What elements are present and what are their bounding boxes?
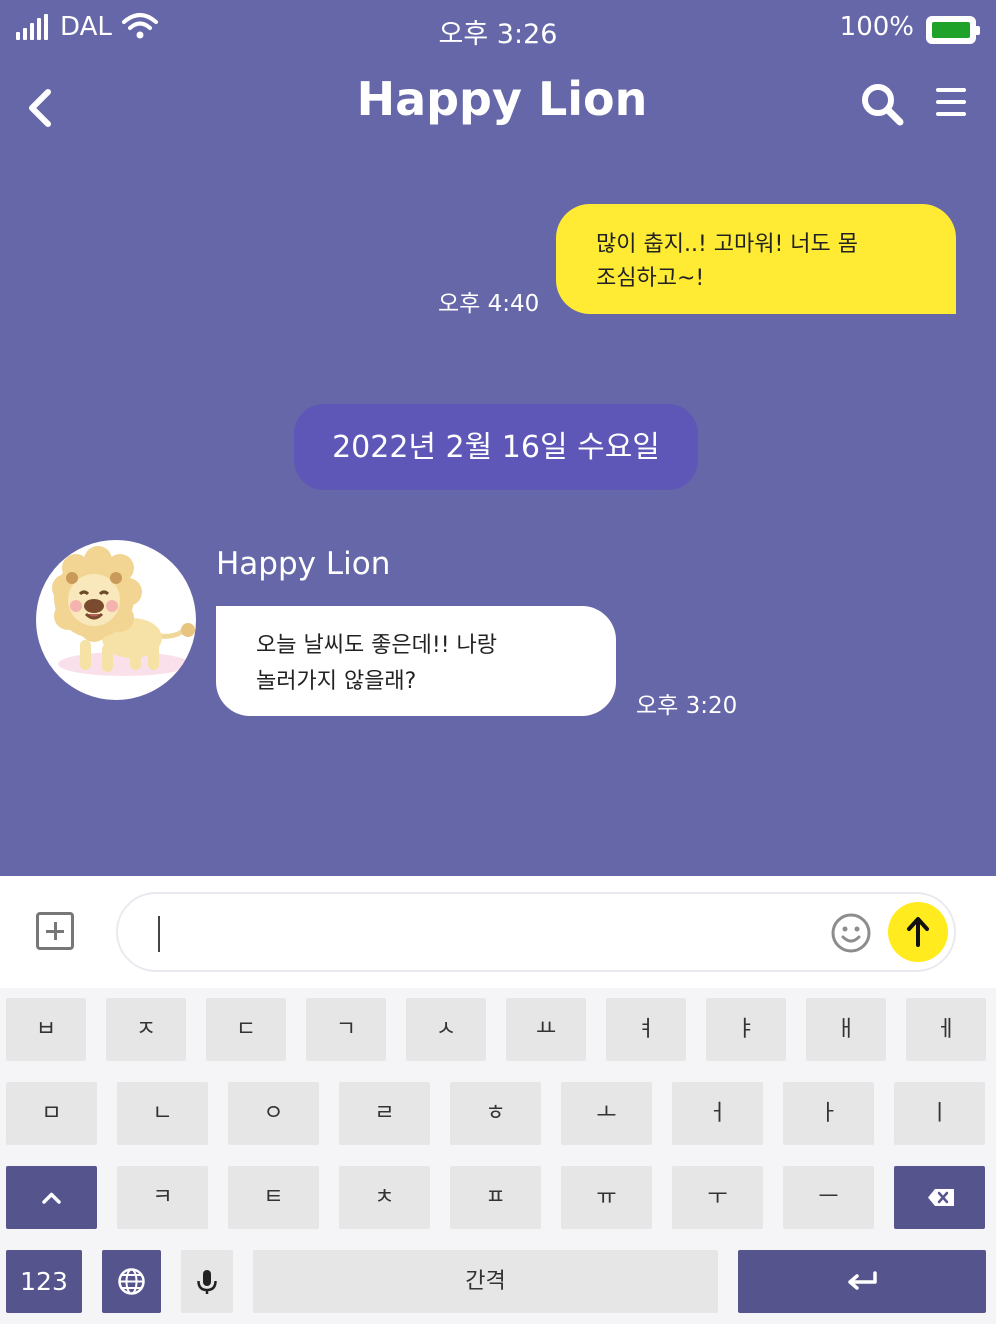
globe-key[interactable] (102, 1250, 161, 1313)
key[interactable]: ㅅ (406, 998, 486, 1061)
backspace-icon (928, 1189, 954, 1206)
plus-square-icon[interactable] (36, 912, 74, 950)
space-key[interactable]: 간격 (253, 1250, 718, 1313)
key[interactable]: ㅜ (672, 1166, 763, 1229)
key[interactable]: ㅑ (706, 998, 786, 1061)
message-line: 많이 춥지..! 고마워! 너도 몸 (596, 232, 858, 257)
key[interactable]: ㅌ (228, 1166, 319, 1229)
text-caret (158, 916, 160, 952)
backspace-key[interactable] (894, 1166, 985, 1229)
return-arrow-icon (848, 1271, 877, 1290)
numbers-key[interactable]: 123 (6, 1250, 82, 1313)
enter-key[interactable] (738, 1250, 986, 1313)
key[interactable]: ㅡ (783, 1166, 874, 1229)
smiley-icon[interactable] (830, 912, 872, 954)
key[interactable]: ㅓ (672, 1082, 763, 1145)
key[interactable]: ㄷ (206, 998, 286, 1061)
shift-key[interactable] (6, 1166, 97, 1229)
message-line: 놀러가지 않을래? (256, 669, 417, 694)
hamburger-menu-icon[interactable] (934, 84, 970, 120)
microphone-key[interactable] (181, 1250, 233, 1313)
key[interactable]: ㅣ (894, 1082, 985, 1145)
keyboard: ㅂ ㅈ ㄷ ㄱ ㅅ ㅛ ㅕ ㅑ ㅐ ㅔ ㅁ ㄴ ㅇ ㄹ ㅎ ㅗ ㅓ ㅏ ㅣ ㅋ … (0, 988, 996, 1324)
search-icon[interactable] (858, 80, 906, 128)
key[interactable]: ㅎ (450, 1082, 541, 1145)
avatar[interactable] (36, 540, 196, 700)
key[interactable]: ㅇ (228, 1082, 319, 1145)
key[interactable]: ㅂ (6, 998, 86, 1061)
message-timestamp: 오후 4:40 (438, 291, 540, 317)
chat-title: Happy Lion (356, 72, 648, 126)
battery-percent: 100% (839, 12, 914, 42)
key[interactable]: ㄱ (306, 998, 386, 1061)
key[interactable]: ㅗ (561, 1082, 652, 1145)
date-divider-text: 2022년 2월 16일 수요일 (332, 430, 660, 465)
lion-avatar-image (52, 546, 195, 676)
chevron-up-icon (42, 1192, 61, 1204)
key[interactable]: ㅁ (6, 1082, 97, 1145)
date-divider: 2022년 2월 16일 수요일 (294, 404, 698, 490)
key[interactable]: ㅋ (117, 1166, 208, 1229)
key[interactable]: ㅏ (783, 1082, 874, 1145)
key[interactable]: ㅕ (606, 998, 686, 1061)
send-button[interactable] (888, 902, 948, 962)
message-timestamp: 오후 3:20 (636, 693, 738, 719)
arrow-up-icon (907, 917, 929, 947)
key[interactable]: ㅠ (561, 1166, 652, 1229)
message-input-bar (0, 876, 996, 988)
status-bar: DAL 오후 3:26 100% (0, 0, 996, 60)
key[interactable]: ㅔ (906, 998, 986, 1061)
microphone-icon (197, 1270, 217, 1294)
key[interactable]: ㄴ (117, 1082, 208, 1145)
globe-icon (118, 1268, 145, 1295)
sender-name: Happy Lion (216, 546, 391, 582)
battery-level-fill (932, 22, 970, 38)
battery-icon (926, 16, 980, 44)
key[interactable]: ㅊ (339, 1166, 430, 1229)
message-input[interactable] (156, 912, 816, 952)
outgoing-message-bubble[interactable]: 많이 춥지..! 고마워! 너도 몸 조심하고~! (556, 204, 956, 314)
message-line: 오늘 날씨도 좋은데!! 나랑 (256, 633, 498, 658)
incoming-message-bubble[interactable]: 오늘 날씨도 좋은데!! 나랑 놀러가지 않을래? (216, 606, 616, 716)
key[interactable]: ㅛ (506, 998, 586, 1061)
key[interactable]: ㅍ (450, 1166, 541, 1229)
key[interactable]: ㄹ (339, 1082, 430, 1145)
message-line: 조심하고~! (596, 266, 705, 291)
key[interactable]: ㅈ (106, 998, 186, 1061)
key[interactable]: ㅐ (806, 998, 886, 1061)
